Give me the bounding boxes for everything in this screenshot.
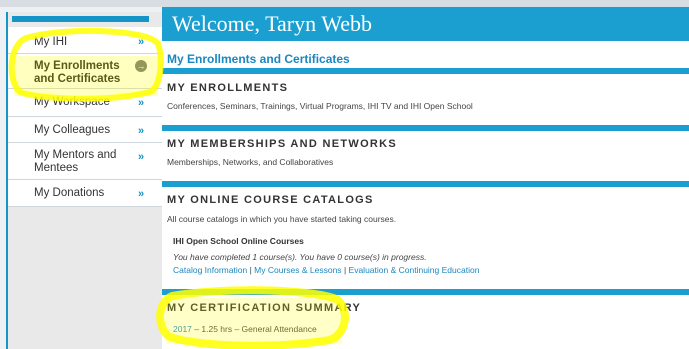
highlight-annotations: [8, 27, 349, 349]
highlight-fill-certification: [166, 298, 342, 344]
highlight-fill-sidebar: [14, 56, 158, 96]
